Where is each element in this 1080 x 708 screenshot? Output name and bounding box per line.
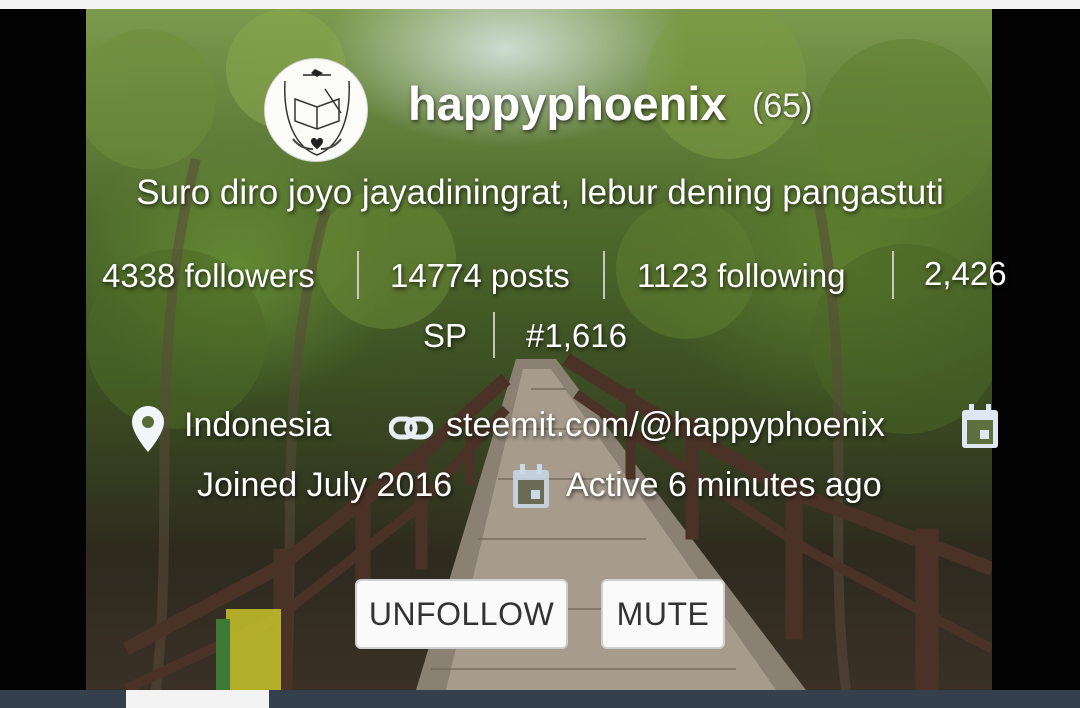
- sp-unit: SP: [423, 317, 468, 354]
- calendar-icon: [960, 404, 1000, 454]
- last-active: Active 6 minutes ago: [566, 466, 882, 504]
- posts-count[interactable]: 14774 posts: [390, 254, 570, 298]
- top-edge: [0, 0, 1080, 9]
- profile-avatar[interactable]: [264, 58, 368, 162]
- tab-active[interactable]: [126, 690, 269, 708]
- mute-button[interactable]: MUTE: [601, 579, 725, 649]
- right-margin: [992, 9, 1080, 690]
- stat-divider: [603, 251, 605, 299]
- link-icon: [388, 414, 434, 446]
- stat-divider: [357, 251, 359, 299]
- joined-date: Joined July 2016: [197, 466, 453, 504]
- crest-logo-icon: [284, 69, 350, 156]
- sp-amount: 2,426: [924, 255, 1007, 292]
- followers-count[interactable]: 4338 followers: [102, 254, 315, 298]
- stat-divider: [892, 251, 894, 299]
- reputation-score: (65): [752, 87, 813, 125]
- profile-username: happyphoenix: [408, 77, 727, 130]
- unfollow-button[interactable]: UNFOLLOW: [355, 579, 568, 649]
- website-link[interactable]: steemit.com/@happyphoenix: [446, 403, 885, 447]
- following-count[interactable]: 1123 following: [637, 254, 846, 298]
- calendar-icon: [511, 464, 551, 514]
- stat-divider: [493, 312, 495, 358]
- rank: #1,616: [526, 317, 627, 354]
- map-pin-icon: [132, 406, 164, 456]
- profile-about: Suro diro joyo jayadiningrat, lebur deni…: [136, 173, 944, 212]
- left-margin: [0, 9, 86, 690]
- location-text: Indonesia: [184, 406, 332, 444]
